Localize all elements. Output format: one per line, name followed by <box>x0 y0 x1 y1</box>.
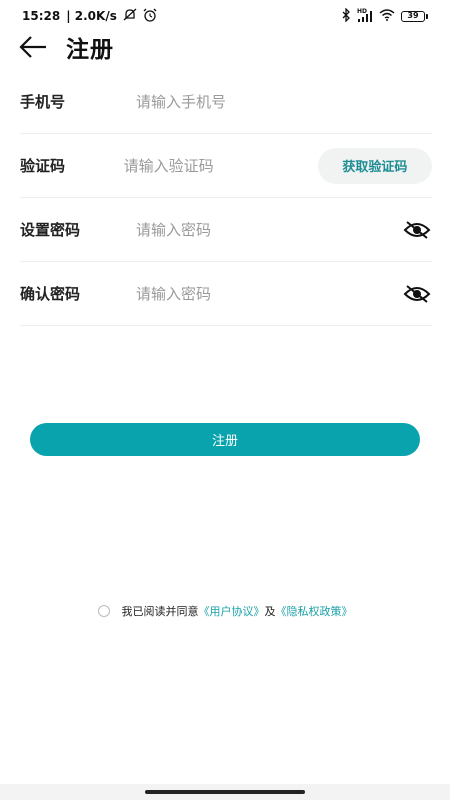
bluetooth-icon <box>341 6 351 25</box>
register-form: 手机号 验证码 获取验证码 设置密码 确认密码 <box>20 70 432 326</box>
alarm-icon <box>143 8 157 25</box>
back-button[interactable] <box>18 32 48 62</box>
status-right: HD 39 <box>341 6 428 25</box>
network-type: HD <box>357 8 368 15</box>
get-code-button[interactable]: 获取验证码 <box>317 147 432 184</box>
page-title: 注册 <box>66 37 114 63</box>
code-input[interactable] <box>123 156 318 175</box>
password-label: 设置密码 <box>20 221 81 239</box>
agreement-prefix: 我已阅读并同意 <box>121 605 199 618</box>
toggle-password-visibility-button[interactable] <box>402 215 432 245</box>
code-label: 验证码 <box>20 157 66 175</box>
wifi-icon <box>379 8 395 24</box>
agreement-checkbox[interactable] <box>97 605 110 617</box>
arrow-left-icon <box>19 36 46 58</box>
eye-off-icon <box>403 284 431 303</box>
status-speed: | 2.0K/s <box>66 9 117 23</box>
privacy-policy-link[interactable]: 《隐私权政策》 <box>276 603 353 619</box>
battery-level: 39 <box>401 10 425 22</box>
home-bar[interactable] <box>145 790 305 794</box>
agreement-conjunction: 及 <box>264 605 276 618</box>
toggle-confirm-visibility-button[interactable] <box>402 279 432 309</box>
user-agreement-link[interactable]: 《用户协议》 <box>199 603 265 619</box>
agreement: 我已阅读并同意 《用户协议》 及 《隐私权政策》 <box>0 603 450 619</box>
status-bar: 15:28 | 2.0K/s HD 39 <box>0 0 450 32</box>
phone-input[interactable] <box>136 92 432 111</box>
status-left: 15:28 | 2.0K/s <box>22 8 157 25</box>
status-time: 15:28 <box>22 9 61 23</box>
confirm-input[interactable] <box>136 284 402 303</box>
title-bar: 注册 <box>0 30 450 64</box>
confirm-row: 确认密码 <box>20 262 432 326</box>
confirm-label: 确认密码 <box>20 285 81 303</box>
password-row: 设置密码 <box>20 198 432 262</box>
register-button[interactable]: 注册 <box>30 423 420 456</box>
phone-label: 手机号 <box>20 93 66 111</box>
mute-icon <box>123 8 137 25</box>
code-row: 验证码 获取验证码 <box>20 134 432 198</box>
phone-row: 手机号 <box>20 70 432 134</box>
password-input[interactable] <box>136 220 402 239</box>
signal-icon: HD <box>357 8 373 22</box>
eye-off-icon <box>403 220 431 239</box>
home-indicator <box>0 784 450 800</box>
battery-icon: 39 <box>401 10 428 22</box>
